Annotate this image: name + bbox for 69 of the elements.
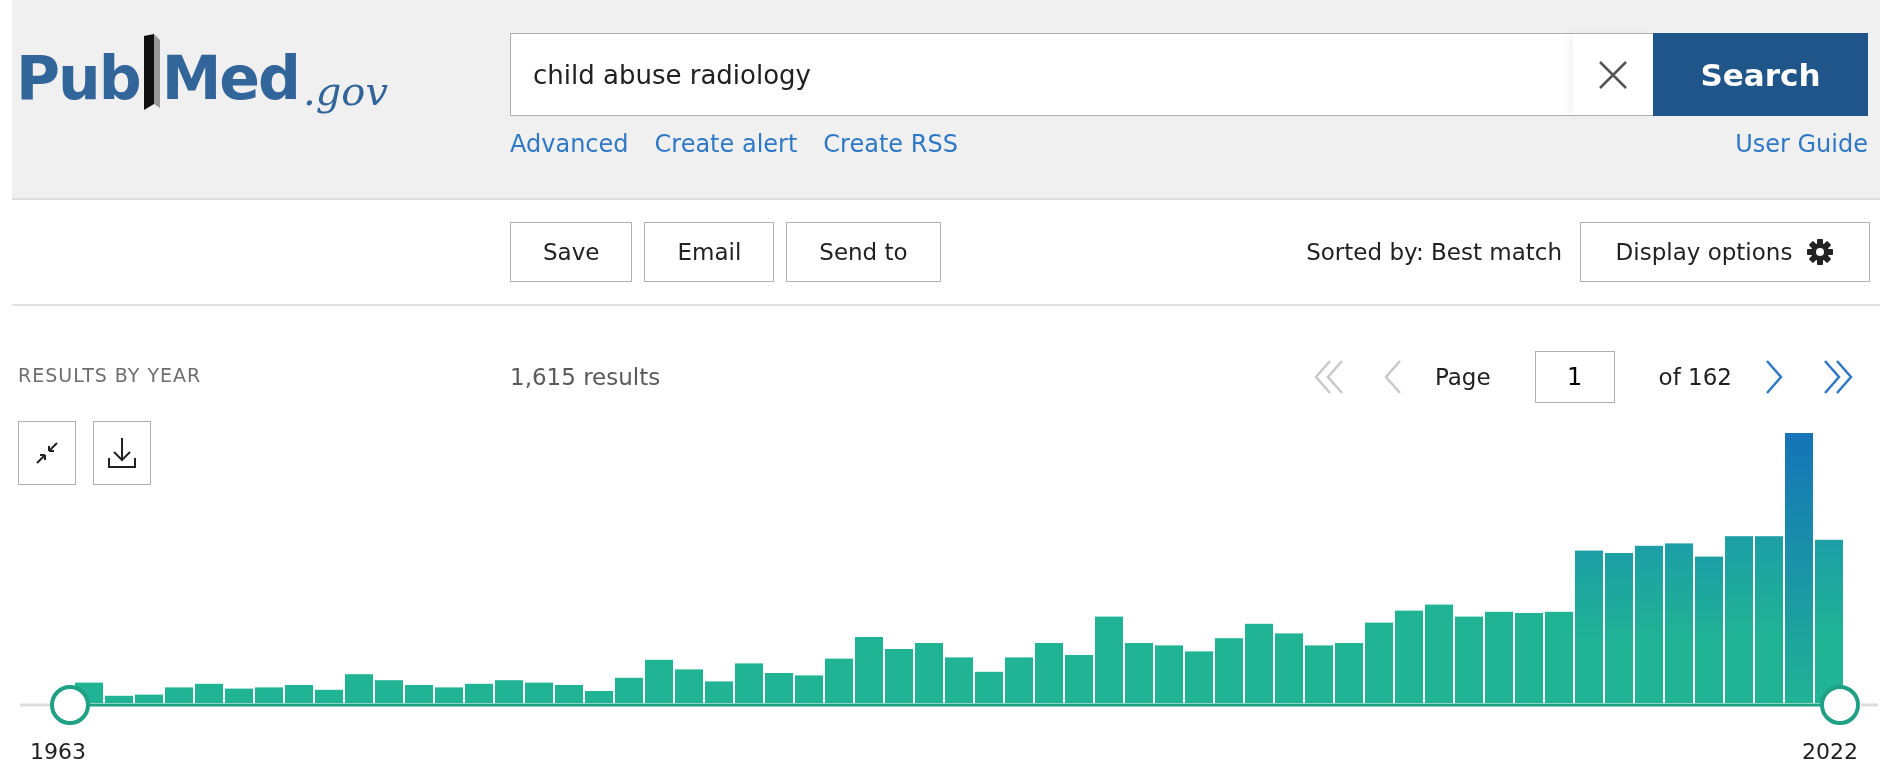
page-total: of 162 <box>1658 364 1732 390</box>
histogram-bar <box>1035 643 1063 703</box>
histogram-bar <box>315 689 343 703</box>
end-year: 2022 <box>1802 739 1858 764</box>
download-button[interactable] <box>93 421 151 485</box>
logo-text: Pub <box>16 48 140 108</box>
histogram-bar <box>195 683 223 703</box>
logo-text: Med <box>161 48 299 108</box>
page-label: Page <box>1434 364 1491 390</box>
histogram-bar <box>885 649 913 703</box>
range-handle[interactable] <box>49 684 91 726</box>
histogram-bar <box>915 643 943 703</box>
clear-button[interactable] <box>1573 33 1653 116</box>
histogram-bar <box>255 687 283 703</box>
histogram-bar <box>795 675 823 703</box>
logo-suffix: .gov <box>303 68 388 114</box>
search-link[interactable]: Create alert <box>654 130 798 158</box>
results-count: 1,615 results <box>510 364 661 390</box>
histogram-bar <box>615 677 643 703</box>
histogram-bar <box>1155 645 1183 703</box>
search-link[interactable]: Advanced <box>510 130 629 158</box>
timeline-title: RESULTS BY YEAR <box>17 363 203 388</box>
histogram-bar <box>825 658 853 703</box>
histogram-bar <box>165 687 193 703</box>
histogram-bar <box>435 687 463 703</box>
histogram-bar <box>495 680 523 703</box>
histogram-bar <box>1335 643 1363 703</box>
close-icon <box>1598 59 1628 90</box>
search-link[interactable]: Create RSS <box>823 130 958 158</box>
histogram-bar <box>405 685 433 703</box>
histogram-bar <box>1185 651 1213 703</box>
display-options-button[interactable]: Display options <box>1580 222 1870 282</box>
histogram-bar <box>225 688 253 703</box>
histogram-bar <box>1065 655 1093 703</box>
histogram-bar <box>1215 638 1243 703</box>
action-button[interactable]: Email <box>644 222 775 282</box>
histogram-bar <box>765 673 793 703</box>
histogram-bar <box>705 681 733 703</box>
histogram-bar <box>555 685 583 703</box>
gear-icon <box>1806 238 1835 266</box>
action-button[interactable]: Save <box>510 222 633 282</box>
download-icon <box>106 436 138 470</box>
histogram-bar <box>855 637 883 703</box>
user-guide-link[interactable]: User Guide <box>1735 130 1868 158</box>
histogram-bar <box>585 691 613 703</box>
histogram-bar <box>135 694 163 703</box>
histogram-bar <box>375 680 403 703</box>
sort-label: Sorted by: Best match <box>1306 239 1562 265</box>
histogram-bar <box>945 657 973 703</box>
page-input[interactable]: 1 <box>1534 351 1615 403</box>
histogram-bar <box>735 663 763 703</box>
histogram-bar <box>975 671 1003 703</box>
search-field[interactable]: child abuse radiology <box>510 33 1573 116</box>
histogram-bar <box>1305 645 1333 703</box>
histogram-bar <box>105 695 133 703</box>
histogram-bar <box>1275 633 1303 703</box>
action-button[interactable]: Send to <box>786 222 941 282</box>
histogram-bar <box>645 659 673 703</box>
collapse-button[interactable] <box>18 421 76 485</box>
histogram-bar <box>675 669 703 703</box>
histogram-bar <box>1005 657 1033 703</box>
histogram-bar <box>465 683 493 703</box>
histogram-bar <box>285 685 313 703</box>
start-year: 1963 <box>30 739 86 764</box>
range-handle[interactable] <box>1819 684 1861 726</box>
histogram-bar <box>345 674 373 703</box>
histogram-bar <box>525 682 553 703</box>
histogram-bar <box>1125 643 1153 703</box>
search-button[interactable]: Search <box>1653 33 1868 116</box>
